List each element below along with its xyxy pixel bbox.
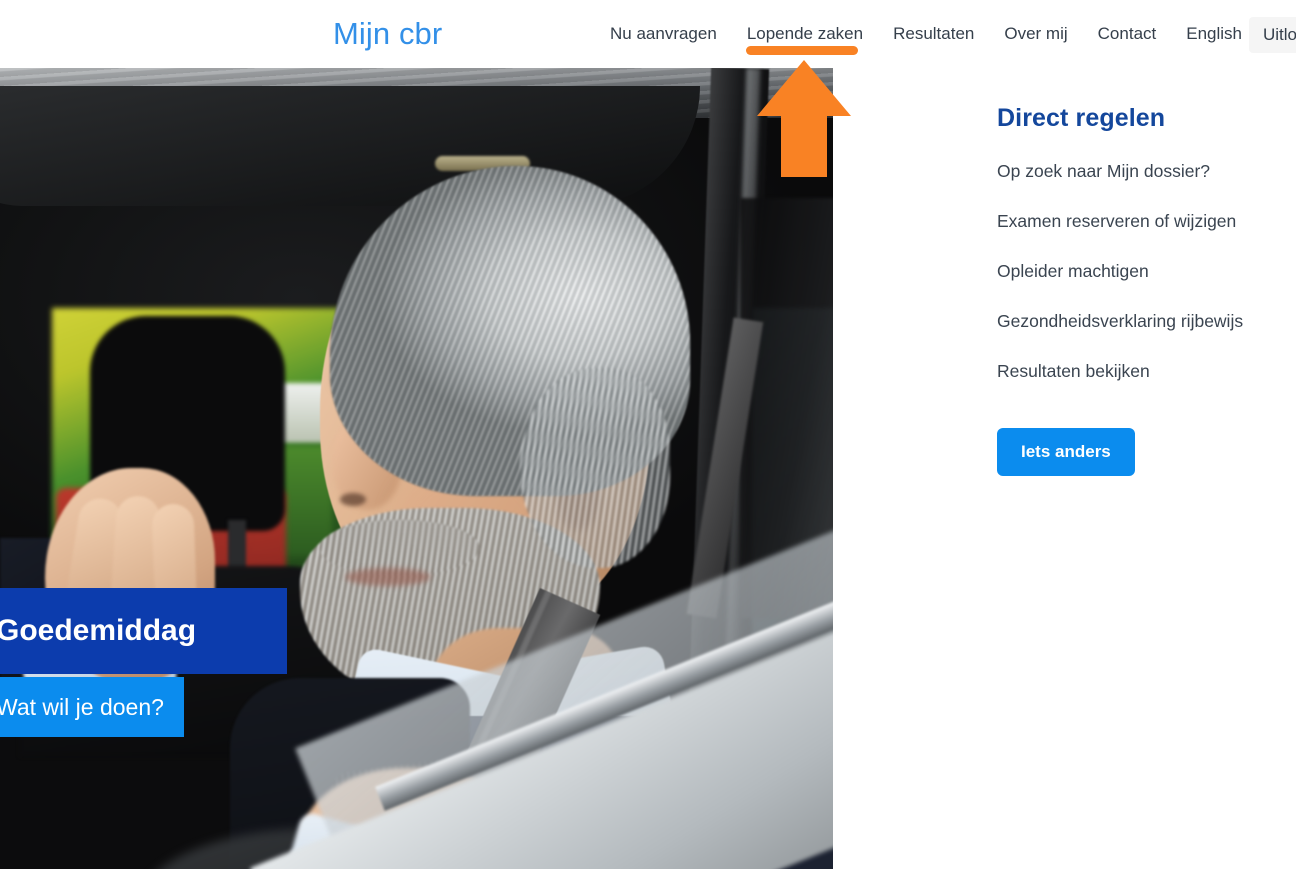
nav-item-contact[interactable]: Contact [1083, 22, 1172, 46]
grey-hair-side [520, 368, 670, 568]
panel-link-resultaten-bekijken[interactable]: Resultaten bekijken [997, 361, 1287, 382]
page-header: Mijn cbr Nu aanvragen Lopende zaken Resu… [0, 0, 1296, 68]
greeting-banner: Goedemiddag [0, 588, 287, 674]
lower-lip [345, 568, 431, 586]
site-logo[interactable]: Mijn cbr [333, 16, 442, 52]
annotation-underline [746, 46, 858, 55]
iets-anders-button[interactable]: Iets anders [997, 428, 1135, 476]
panel-link-opleider-machtigen[interactable]: Opleider machtigen [997, 261, 1287, 282]
nav-item-english[interactable]: English [1171, 22, 1257, 46]
question-text: Wat wil je doen? [0, 693, 164, 720]
nav-item-nu-aanvragen[interactable]: Nu aanvragen [610, 22, 732, 46]
nav-item-over-mij[interactable]: Over mij [989, 22, 1082, 46]
headrest-post-right [228, 520, 246, 570]
nav-item-lopende-zaken[interactable]: Lopende zaken [732, 22, 878, 46]
panel-link-mijn-dossier[interactable]: Op zoek naar Mijn dossier? [997, 161, 1287, 182]
logout-button[interactable]: Uitloggen [1249, 17, 1296, 53]
greeting-text: Goedemiddag [0, 614, 197, 647]
up-arrow-icon [757, 60, 851, 177]
question-banner: Wat wil je doen? [0, 677, 184, 737]
hero-image [0, 68, 833, 869]
panel-link-examen-reserveren[interactable]: Examen reserveren of wijzigen [997, 211, 1287, 232]
panel-title: Direct regelen [997, 104, 1166, 132]
direct-regelen-panel: Direct regelen Op zoek naar Mijn dossier… [997, 104, 1287, 476]
main-navigation: Nu aanvragen Lopende zaken Resultaten Ov… [610, 22, 1257, 46]
panel-link-gezondheidsverklaring[interactable]: Gezondheidsverklaring rijbewijs [997, 311, 1287, 332]
nav-item-resultaten[interactable]: Resultaten [878, 22, 989, 46]
nostril [340, 493, 366, 506]
